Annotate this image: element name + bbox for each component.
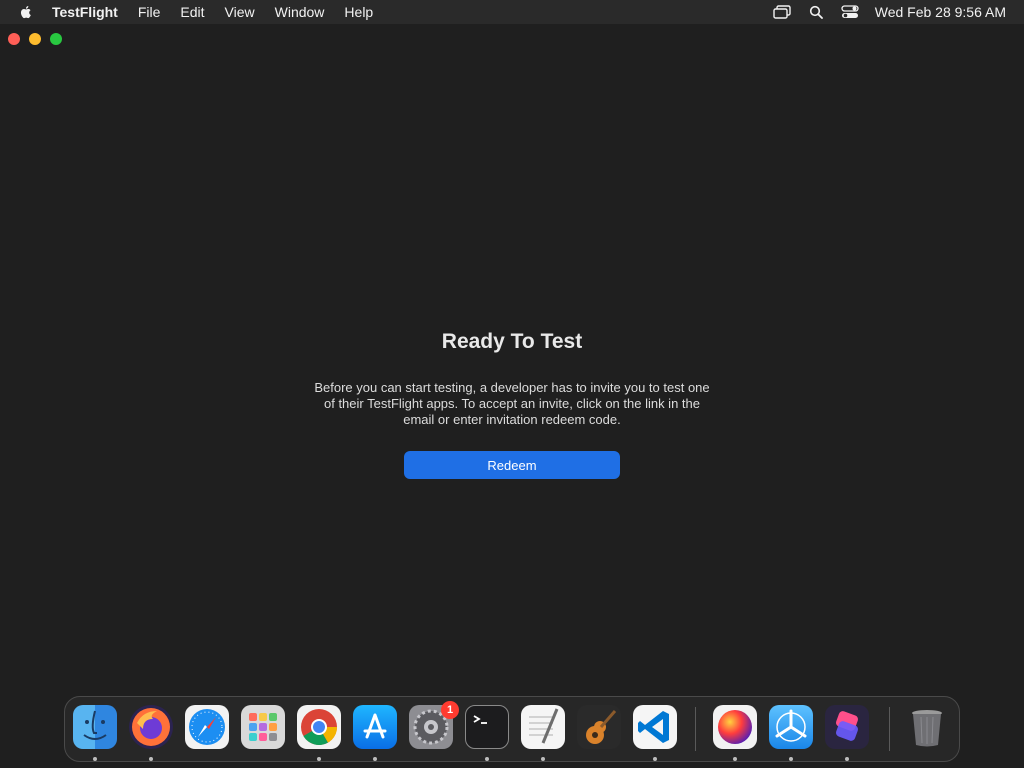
terminal-icon[interactable]: [465, 705, 509, 749]
running-indicator: [789, 757, 793, 761]
running-indicator: [845, 757, 849, 761]
launchpad-icon[interactable]: [241, 705, 285, 749]
screen-mirroring-icon[interactable]: [773, 4, 791, 20]
finder-icon[interactable]: [73, 705, 117, 749]
running-indicator: [373, 757, 377, 761]
control-center-icon[interactable]: [841, 4, 859, 20]
empty-state-description: Before you can start testing, a develope…: [314, 380, 710, 427]
vscode-icon[interactable]: [633, 705, 677, 749]
menu-app-name[interactable]: TestFlight: [42, 0, 128, 24]
safari-icon[interactable]: [185, 705, 229, 749]
running-indicator: [541, 757, 545, 761]
menu-help[interactable]: Help: [334, 0, 383, 24]
zoom-button[interactable]: [50, 33, 62, 45]
close-button[interactable]: [8, 33, 20, 45]
menu-file[interactable]: File: [128, 0, 171, 24]
dock: 1: [64, 696, 960, 762]
firefox-icon[interactable]: [129, 705, 173, 749]
running-indicator: [485, 757, 489, 761]
search-icon[interactable]: [807, 4, 825, 20]
desktop: TestFlight File Edit View Window Help We…: [0, 0, 1024, 768]
chrome-icon[interactable]: [297, 705, 341, 749]
dock-divider: [695, 707, 696, 751]
menu-window[interactable]: Window: [265, 0, 335, 24]
testflight-window: Ready To Test Before you can start testi…: [0, 24, 1024, 768]
dock-divider: [889, 707, 890, 751]
empty-state: Ready To Test Before you can start testi…: [0, 330, 1024, 479]
redeem-button[interactable]: Redeem: [404, 451, 620, 479]
menu-bar: TestFlight File Edit View Window Help We…: [0, 0, 1024, 24]
running-indicator: [93, 757, 97, 761]
menu-view[interactable]: View: [215, 0, 265, 24]
notification-badge: 1: [441, 701, 459, 719]
minimize-button[interactable]: [29, 33, 41, 45]
textedit-icon[interactable]: [521, 705, 565, 749]
window-controls: [8, 33, 62, 45]
color-sphere-icon[interactable]: [713, 705, 757, 749]
menu-edit[interactable]: Edit: [170, 0, 214, 24]
testflight-icon[interactable]: [769, 705, 813, 749]
menu-clock[interactable]: Wed Feb 28 9:56 AM: [867, 4, 1012, 20]
running-indicator: [653, 757, 657, 761]
running-indicator: [149, 757, 153, 761]
running-indicator: [317, 757, 321, 761]
app-store-icon[interactable]: [353, 705, 397, 749]
apple-icon[interactable]: [18, 4, 34, 20]
trash-icon[interactable]: [905, 705, 949, 749]
gear-icon[interactable]: 1: [409, 701, 459, 749]
running-indicator: [733, 757, 737, 761]
page-title: Ready To Test: [441, 330, 583, 353]
guitar-icon[interactable]: [577, 705, 621, 749]
shortcuts-icon[interactable]: [825, 705, 869, 749]
